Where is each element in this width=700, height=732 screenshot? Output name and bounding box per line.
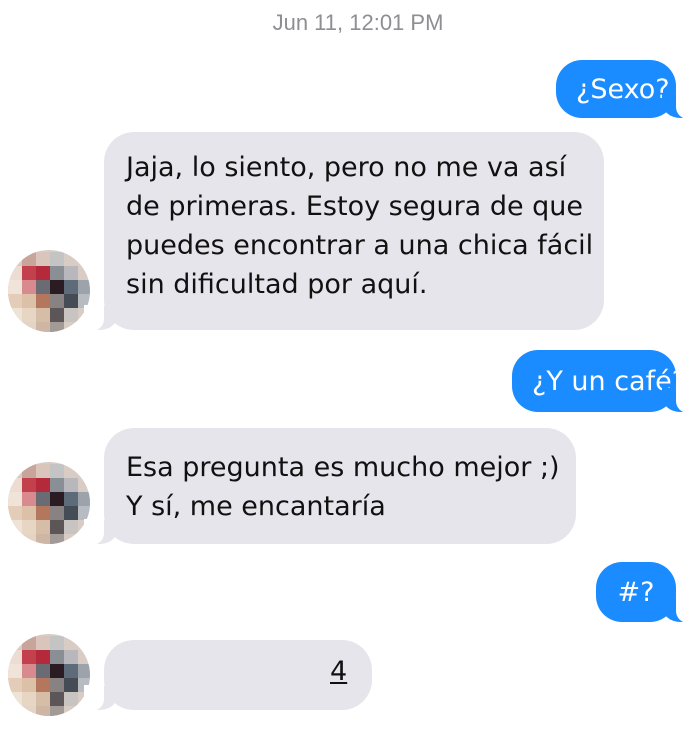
incoming-message-bubble[interactable]: Esa pregunta es mucho mejor ;) Y sí, me … xyxy=(84,428,576,545)
pixelated-avatar-image xyxy=(8,462,90,544)
message-text: ¿Y un café? xyxy=(532,366,687,397)
message-text: #? xyxy=(617,577,655,608)
pixelated-avatar-image xyxy=(8,634,90,716)
outgoing-message-bubble[interactable]: ¿Sexo? xyxy=(556,60,696,119)
message-text-line: Y sí, me encantaría xyxy=(126,491,386,522)
contact-avatar[interactable] xyxy=(8,250,90,332)
message-text-line: Esa pregunta es mucho mejor ;) xyxy=(126,452,560,483)
conversation-timestamp: Jun 11, 12:01 PM xyxy=(272,10,444,35)
outgoing-message-bubble[interactable]: #? xyxy=(596,562,696,623)
message-text-line: sin dificultad por aquí. xyxy=(126,269,428,300)
pixelated-avatar-image xyxy=(8,250,90,332)
message-text: 4 xyxy=(330,656,348,687)
incoming-message-bubble[interactable]: Jaja, lo siento, pero no me va así de pr… xyxy=(84,132,604,331)
message-text-line: Jaja, lo siento, pero no me va así xyxy=(126,152,567,183)
message-text-line: de primeras. Estoy segura de que xyxy=(126,191,584,222)
message-text: ¿Sexo? xyxy=(576,74,670,105)
contact-avatar[interactable] xyxy=(8,462,90,544)
contact-avatar[interactable] xyxy=(8,634,90,716)
message-text-line: puedes encontrar a una chica fácil xyxy=(126,230,594,261)
incoming-message-bubble[interactable]: 4 xyxy=(84,640,372,711)
outgoing-message-bubble[interactable]: ¿Y un café? xyxy=(512,350,696,413)
